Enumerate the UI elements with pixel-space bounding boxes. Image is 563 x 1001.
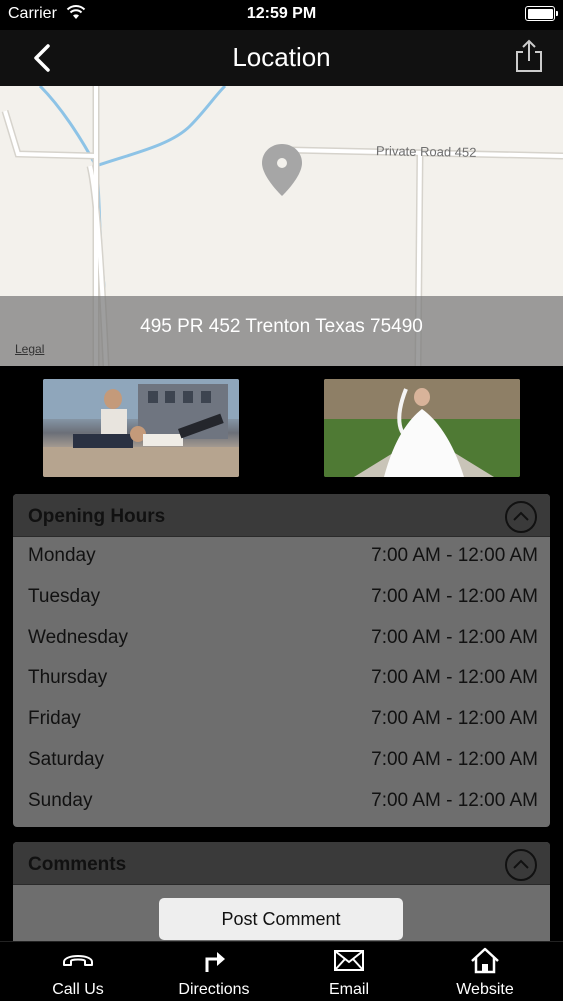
envelope-icon <box>334 950 364 971</box>
map-road-label: Private Road 452 <box>375 143 477 160</box>
tab-label: Email <box>328 981 369 998</box>
day-label: Friday <box>28 708 81 730</box>
hours-row: Saturday 7:00 AM - 12:00 AM <box>13 740 550 781</box>
day-label: Monday <box>28 545 96 566</box>
hours-list: Monday 7:00 AM - 12:00 AM Tuesday 7:00 A… <box>13 536 550 822</box>
time-range: 7:00 AM - 12:00 AM <box>371 789 538 811</box>
page-title: Location <box>232 42 331 72</box>
comments-header[interactable]: Comments <box>13 842 550 885</box>
comments-title: Comments <box>28 854 127 875</box>
hours-row: Wednesday 7:00 AM - 12:00 AM <box>13 618 550 659</box>
time-range: 7:00 AM - 12:00 AM <box>371 708 538 730</box>
opening-hours-title: Opening Hours <box>28 506 166 527</box>
opening-hours-panel: Opening Hours Monday 7:00 AM - 12:00 AM … <box>13 494 550 827</box>
tab-email[interactable]: Email <box>279 942 419 1001</box>
directions-arrow-icon <box>205 952 225 972</box>
tab-website[interactable]: Website <box>415 942 555 1001</box>
address-overlay: 495 PR 452 Trenton Texas 75490 Legal <box>0 296 563 366</box>
hours-row: Thursday 7:00 AM - 12:00 AM <box>13 658 550 699</box>
hours-row: Monday 7:00 AM - 12:00 AM <box>13 536 550 577</box>
post-comment-button[interactable]: Post Comment <box>159 898 403 940</box>
time-range: 7:00 AM - 12:00 AM <box>371 667 538 689</box>
share-icon[interactable] <box>513 38 545 74</box>
tab-directions[interactable]: Directions <box>144 942 284 1001</box>
phone-icon <box>63 955 93 966</box>
collapse-chevron-icon[interactable] <box>505 849 537 881</box>
location-pin-icon <box>262 144 302 196</box>
opening-hours-header[interactable]: Opening Hours <box>13 494 550 537</box>
time-range: 7:00 AM - 12:00 AM <box>371 545 538 566</box>
tab-label: Directions <box>178 981 250 998</box>
day-label: Wednesday <box>28 626 128 648</box>
tab-label: Website <box>456 981 514 998</box>
address-text: 495 PR 452 Trenton Texas 75490 <box>140 316 423 337</box>
map-legal-link[interactable]: Legal <box>15 342 44 356</box>
bottom-tab-bar: Call Us Directions Email Website <box>0 941 563 1001</box>
hours-row: Friday 7:00 AM - 12:00 AM <box>13 699 550 740</box>
home-icon <box>471 947 499 974</box>
collapse-chevron-icon[interactable] <box>505 501 537 533</box>
time-range: 7:00 AM - 12:00 AM <box>371 748 538 770</box>
day-label: Sunday <box>28 789 93 811</box>
time-range: 7:00 AM - 12:00 AM <box>371 626 538 648</box>
navigation-bar: Location <box>0 30 563 86</box>
tab-label: Call Us <box>52 981 104 998</box>
gallery-photo-couple[interactable] <box>43 379 239 477</box>
comments-panel: Comments Post Comment <box>13 842 550 952</box>
day-label: Tuesday <box>28 585 101 607</box>
location-map[interactable]: Private Road 452 495 PR 452 Trenton Texa… <box>0 86 563 366</box>
tab-call-us[interactable]: Call Us <box>8 942 148 1001</box>
status-time: 12:59 PM <box>246 5 317 22</box>
hours-row: Tuesday 7:00 AM - 12:00 AM <box>13 577 550 618</box>
day-label: Saturday <box>28 748 105 770</box>
gallery-photo-bride[interactable] <box>324 379 520 477</box>
hours-row: Sunday 7:00 AM - 12:00 AM <box>13 781 550 822</box>
day-label: Thursday <box>28 667 108 689</box>
status-bar: Carrier 12:59 PM <box>0 0 563 30</box>
battery-icon <box>525 6 558 21</box>
time-range: 7:00 AM - 12:00 AM <box>371 585 538 607</box>
